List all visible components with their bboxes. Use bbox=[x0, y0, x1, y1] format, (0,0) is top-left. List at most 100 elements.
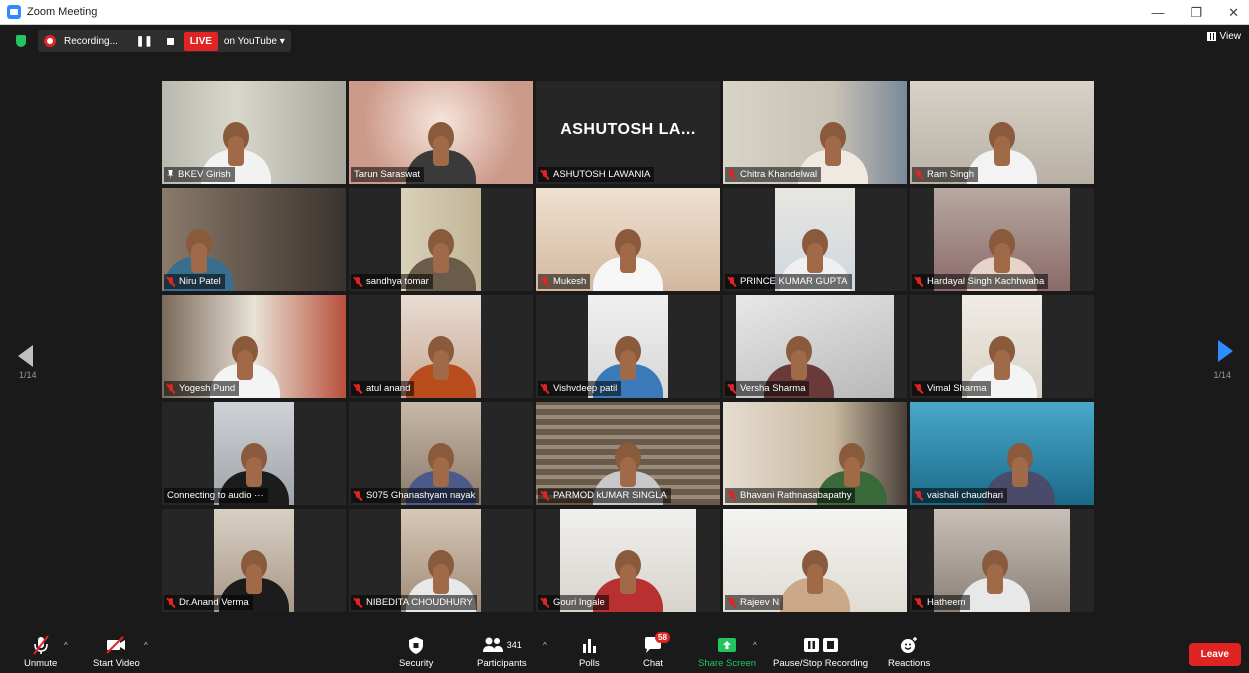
participant-name-tag: NIBEDITA CHOUDHURY bbox=[351, 595, 477, 610]
participant-name-tag: Chitra Khandelwal bbox=[725, 167, 822, 182]
participants-button[interactable]: 341 Participants bbox=[477, 634, 527, 669]
participant-tile[interactable]: Connecting to audio ··· bbox=[162, 402, 346, 505]
participant-tile[interactable]: Hatheem bbox=[910, 509, 1094, 612]
view-button[interactable]: View bbox=[1206, 31, 1241, 42]
pin-icon bbox=[167, 170, 174, 179]
next-page-arrow-icon[interactable] bbox=[1218, 340, 1233, 362]
polls-button[interactable]: Polls bbox=[579, 634, 600, 669]
participant-tile[interactable]: Hardayal Singh Kachhwaha bbox=[910, 188, 1094, 291]
muted-mic-icon bbox=[541, 490, 549, 501]
start-video-button[interactable]: Start Video bbox=[93, 634, 140, 669]
participant-tile[interactable]: Bhavani Rathnasabapathy bbox=[723, 402, 907, 505]
minimize-button[interactable]: — bbox=[1151, 5, 1164, 20]
participant-tile[interactable]: Dr.Anand Verma bbox=[162, 509, 346, 612]
encryption-shield-icon[interactable] bbox=[16, 35, 26, 47]
previous-page-arrow-icon[interactable] bbox=[18, 345, 33, 367]
share-screen-button[interactable]: Share Screen bbox=[698, 634, 756, 669]
participant-tile[interactable]: Yogesh Pund bbox=[162, 295, 346, 398]
unmute-button[interactable]: Unmute bbox=[24, 634, 57, 669]
muted-mic-icon bbox=[541, 276, 549, 287]
meeting-area: Recording... ❚❚ LIVE on YouTube ▾ View 1… bbox=[0, 25, 1249, 631]
share-screen-label: Share Screen bbox=[698, 658, 757, 669]
participant-tile[interactable]: sandhya tomar bbox=[349, 188, 533, 291]
reactions-smiley-icon bbox=[899, 634, 919, 656]
participant-tile[interactable]: vaishali chaudhari bbox=[910, 402, 1094, 505]
participant-name: BKEV Girish bbox=[178, 169, 231, 180]
participant-name-tag: Ram Singh bbox=[912, 167, 978, 182]
video-off-name: ASHUTOSH LA... bbox=[560, 121, 696, 138]
muted-mic-icon bbox=[354, 490, 362, 501]
window-title: Zoom Meeting bbox=[27, 6, 98, 18]
muted-mic-icon bbox=[728, 597, 736, 608]
muted-mic-icon bbox=[354, 276, 362, 287]
participant-name: Niru Patel bbox=[179, 276, 221, 287]
muted-microphone-icon bbox=[30, 634, 52, 656]
participant-tile[interactable]: PARMOD kUMAR SINGLA bbox=[536, 402, 720, 505]
participant-tile[interactable]: Vishvdeep patil bbox=[536, 295, 720, 398]
meeting-toolbar: Unmute ^ Start Video ^ Security 341 Part… bbox=[0, 631, 1249, 673]
close-button[interactable]: ✕ bbox=[1228, 5, 1239, 21]
participant-tile[interactable]: Tarun Saraswat bbox=[349, 81, 533, 184]
participant-name-tag: Vishvdeep patil bbox=[538, 381, 622, 396]
chat-button[interactable]: 58 Chat bbox=[643, 632, 670, 669]
participant-name-tag: Hardayal Singh Kachhwaha bbox=[912, 274, 1049, 289]
participant-tile[interactable]: BKEV Girish bbox=[162, 81, 346, 184]
security-button[interactable]: Security bbox=[399, 634, 433, 669]
live-stream-dropdown[interactable]: on YouTube ▾ bbox=[224, 36, 285, 47]
participant-name: vaishali chaudhari bbox=[927, 490, 1004, 501]
participant-name-tag: atul anand bbox=[351, 381, 415, 396]
muted-mic-icon bbox=[354, 383, 362, 394]
muted-mic-icon bbox=[541, 169, 549, 180]
participant-tile[interactable]: Rajeev N bbox=[723, 509, 907, 612]
reactions-button[interactable]: Reactions bbox=[888, 634, 930, 669]
participant-name: NIBEDITA CHOUDHURY bbox=[366, 597, 473, 608]
pause-stop-recording-label: Pause/Stop Recording bbox=[773, 658, 869, 669]
participant-tile[interactable]: Chitra Khandelwal bbox=[723, 81, 907, 184]
share-options-caret-icon[interactable]: ^ bbox=[753, 641, 757, 650]
video-off-icon bbox=[104, 634, 128, 656]
participant-name: Mukesh bbox=[553, 276, 587, 287]
participant-name-tag: Rajeev N bbox=[725, 595, 784, 610]
participant-name-tag: BKEV Girish bbox=[164, 167, 235, 182]
participant-tile[interactable]: S075 Ghanashyam nayak bbox=[349, 402, 533, 505]
muted-mic-icon bbox=[167, 276, 175, 287]
security-label: Security bbox=[399, 658, 434, 669]
participant-name-tag: PARMOD kUMAR SINGLA bbox=[538, 488, 671, 503]
participant-tile[interactable]: Gouri Ingale bbox=[536, 509, 720, 612]
leave-button[interactable]: Leave bbox=[1188, 643, 1241, 666]
muted-mic-icon bbox=[728, 490, 736, 501]
pause-recording-icon[interactable]: ❚❚ bbox=[136, 36, 153, 47]
muted-mic-icon bbox=[728, 276, 736, 287]
participant-tile[interactable]: Vimal Sharma bbox=[910, 295, 1094, 398]
participant-tile[interactable]: PRINCE KUMAR GUPTA bbox=[723, 188, 907, 291]
participant-name: Vimal Sharma bbox=[927, 383, 987, 394]
participant-name: sandhya tomar bbox=[366, 276, 429, 287]
participant-tile[interactable]: Niru Patel bbox=[162, 188, 346, 291]
participant-tile[interactable]: NIBEDITA CHOUDHURY bbox=[349, 509, 533, 612]
participant-name-tag: Mukesh bbox=[538, 274, 591, 289]
window-controls: — ❐ ✕ bbox=[1151, 0, 1239, 25]
participant-tile[interactable]: Ram Singh bbox=[910, 81, 1094, 184]
maximize-button[interactable]: ❐ bbox=[1190, 5, 1202, 21]
participant-name: Chitra Khandelwal bbox=[740, 169, 818, 180]
participant-name: Yogesh Pund bbox=[179, 383, 236, 394]
pause-stop-recording-button[interactable]: Pause/Stop Recording bbox=[773, 634, 868, 669]
muted-mic-icon bbox=[915, 276, 923, 287]
muted-mic-icon bbox=[167, 597, 175, 608]
participant-name-tag: sandhya tomar bbox=[351, 274, 433, 289]
meeting-topbar: Recording... ❚❚ LIVE on YouTube ▾ bbox=[0, 29, 291, 53]
participant-tile[interactable]: ASHUTOSH LA... ASHUTOSH LAWANIA bbox=[536, 81, 720, 184]
participants-options-caret-icon[interactable]: ^ bbox=[543, 641, 547, 650]
stop-recording-icon[interactable] bbox=[166, 37, 174, 45]
participant-tile[interactable]: Mukesh bbox=[536, 188, 720, 291]
participant-tile[interactable]: Versha Sharma bbox=[723, 295, 907, 398]
page-indicator-left: 1/14 bbox=[19, 370, 37, 380]
pause-stop-icon bbox=[802, 634, 840, 656]
participant-tile[interactable]: atul anand bbox=[349, 295, 533, 398]
audio-options-caret-icon[interactable]: ^ bbox=[64, 641, 68, 650]
participant-name-tag: PRINCE KUMAR GUPTA bbox=[725, 274, 852, 289]
participant-name: PRINCE KUMAR GUPTA bbox=[740, 276, 848, 287]
participant-name: atul anand bbox=[366, 383, 411, 394]
participant-name-tag: Dr.Anand Verma bbox=[164, 595, 253, 610]
video-options-caret-icon[interactable]: ^ bbox=[144, 641, 148, 650]
